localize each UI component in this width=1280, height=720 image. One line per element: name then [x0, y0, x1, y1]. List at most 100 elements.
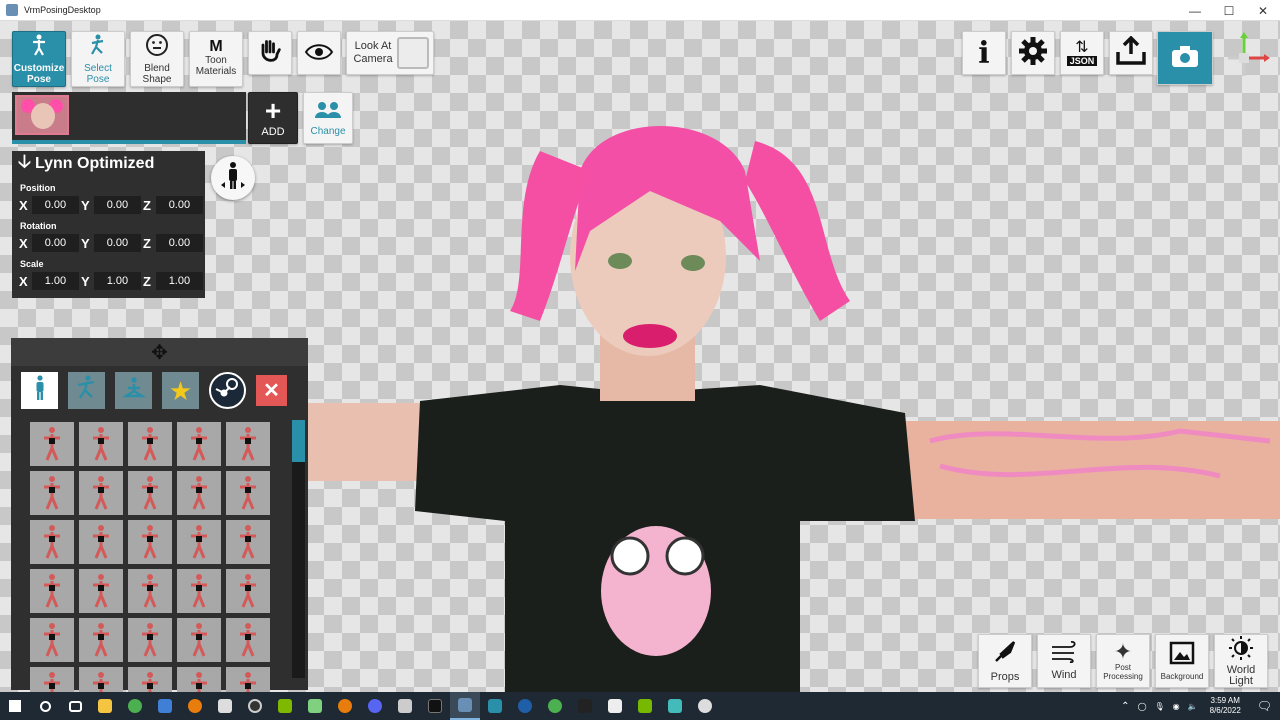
- pose-thumbnail[interactable]: [30, 618, 74, 662]
- look-at-camera-toggle[interactable]: Look At Camera: [346, 31, 434, 75]
- json-button[interactable]: ⇅ JSON: [1060, 31, 1104, 75]
- taskbar-app-blender[interactable]: [180, 692, 210, 720]
- pose-thumbnail[interactable]: [30, 471, 74, 515]
- pose-thumbnail[interactable]: [30, 569, 74, 613]
- pose-thumbnail[interactable]: [177, 618, 221, 662]
- clock[interactable]: 3:59 AM 8/6/2022: [1210, 696, 1241, 716]
- panel-drag-handle[interactable]: ✥: [11, 338, 308, 366]
- pose-thumbnail[interactable]: [128, 569, 172, 613]
- tab-standing[interactable]: [21, 372, 58, 409]
- pose-thumbnail[interactable]: [79, 569, 123, 613]
- character-slot[interactable]: [12, 92, 246, 144]
- pose-thumbnail[interactable]: [226, 520, 270, 564]
- move-model-button[interactable]: [211, 156, 255, 200]
- taskbar-app-unity[interactable]: [570, 692, 600, 720]
- position-z-field[interactable]: 0.00: [155, 196, 203, 214]
- taskbar-app-unity-hub[interactable]: [600, 692, 630, 720]
- taskbar-app-vrmposing[interactable]: [450, 692, 480, 720]
- avatar-thumbnail[interactable]: [15, 95, 69, 135]
- props-button[interactable]: Props: [978, 634, 1032, 688]
- pose-scrollbar[interactable]: [292, 420, 305, 678]
- add-model-button[interactable]: + ADD: [248, 92, 298, 144]
- chevron-up-icon[interactable]: ⌃: [1121, 701, 1129, 712]
- taskbar-app-chrome[interactable]: [120, 692, 150, 720]
- tab-favorites[interactable]: ★: [162, 372, 199, 409]
- toon-materials-button[interactable]: M Toon Materials: [189, 31, 243, 87]
- scale-z-field[interactable]: 1.00: [155, 272, 203, 290]
- view-gizmo[interactable]: [1220, 32, 1270, 88]
- change-model-button[interactable]: Change: [303, 92, 353, 144]
- pose-thumbnail[interactable]: [79, 520, 123, 564]
- select-pose-button[interactable]: Select Pose: [71, 31, 125, 87]
- tab-sitting[interactable]: [115, 372, 152, 409]
- close-window-button[interactable]: ✕: [1246, 0, 1280, 21]
- settings-button[interactable]: [1011, 31, 1055, 75]
- taskbar-app-edge[interactable]: [510, 692, 540, 720]
- pose-thumbnail[interactable]: [177, 471, 221, 515]
- pose-thumbnail[interactable]: [177, 520, 221, 564]
- wifi-icon[interactable]: ◉: [1173, 702, 1180, 711]
- taskbar-app-blender2[interactable]: [330, 692, 360, 720]
- pose-thumbnail[interactable]: [30, 422, 74, 466]
- pose-thumbnail[interactable]: [226, 618, 270, 662]
- rotation-y-field[interactable]: 0.00: [93, 234, 141, 252]
- customize-pose-button[interactable]: Customize Pose: [12, 31, 66, 87]
- taskbar-app-terminal[interactable]: [420, 692, 450, 720]
- network-icon[interactable]: ◯: [1138, 702, 1147, 711]
- taskbar-app-fireworks[interactable]: [270, 692, 300, 720]
- export-button[interactable]: [1109, 31, 1153, 75]
- taskbar-app-explorer[interactable]: [90, 692, 120, 720]
- pose-thumbnail[interactable]: [128, 422, 172, 466]
- model-header[interactable]: 🡣 Lynn Optimized: [12, 151, 205, 177]
- eye-button[interactable]: [297, 31, 341, 75]
- taskbar-app-notepad[interactable]: [300, 692, 330, 720]
- taskbar-app-vs[interactable]: [150, 692, 180, 720]
- position-x-field[interactable]: 0.00: [31, 196, 79, 214]
- taskbar-app-nvidia[interactable]: [630, 692, 660, 720]
- minimize-button[interactable]: —: [1178, 0, 1212, 21]
- pose-thumbnail[interactable]: [226, 422, 270, 466]
- screenshot-button[interactable]: [1157, 31, 1213, 85]
- background-button[interactable]: Background: [1155, 634, 1209, 688]
- pose-thumbnail[interactable]: [79, 422, 123, 466]
- taskbar-app-chrome2[interactable]: [540, 692, 570, 720]
- taskbar-app-obs[interactable]: [240, 692, 270, 720]
- rotation-z-field[interactable]: 0.00: [155, 234, 203, 252]
- taskbar-app-discord[interactable]: [360, 692, 390, 720]
- tab-steam[interactable]: [209, 372, 246, 409]
- pose-thumbnail[interactable]: [79, 618, 123, 662]
- notification-icon[interactable]: 🗨: [1257, 699, 1272, 713]
- info-button[interactable]: i: [962, 31, 1006, 75]
- taskbar-app-vroid[interactable]: [480, 692, 510, 720]
- close-panel-button[interactable]: ✕: [256, 375, 287, 406]
- maximize-button[interactable]: ☐: [1212, 0, 1246, 21]
- pose-thumbnail[interactable]: [128, 618, 172, 662]
- pose-thumbnail[interactable]: [226, 471, 270, 515]
- blend-shape-button[interactable]: Blend Shape: [130, 31, 184, 87]
- scale-x-field[interactable]: 1.00: [31, 272, 79, 290]
- scale-y-field[interactable]: 1.00: [93, 272, 141, 290]
- pose-thumbnail[interactable]: [128, 471, 172, 515]
- wind-button[interactable]: Wind: [1037, 634, 1091, 688]
- taskbar-app-steam[interactable]: [690, 692, 720, 720]
- pose-thumbnail[interactable]: [79, 471, 123, 515]
- pose-thumbnail[interactable]: [30, 520, 74, 564]
- pose-thumbnail[interactable]: [177, 422, 221, 466]
- hand-button[interactable]: [248, 31, 292, 75]
- tab-action[interactable]: [68, 372, 105, 409]
- taskbar-app-paint[interactable]: [390, 692, 420, 720]
- start-button[interactable]: [0, 692, 30, 720]
- position-y-field[interactable]: 0.00: [93, 196, 141, 214]
- pose-scrollbar-thumb[interactable]: [292, 420, 305, 462]
- taskbar-app-store[interactable]: [210, 692, 240, 720]
- search-button[interactable]: [30, 692, 60, 720]
- task-view-button[interactable]: [60, 692, 90, 720]
- pose-thumbnail[interactable]: [226, 569, 270, 613]
- taskbar-app-installer[interactable]: [660, 692, 690, 720]
- world-light-button[interactable]: World Light: [1214, 634, 1268, 688]
- microphone-icon[interactable]: 🎙: [1155, 702, 1165, 711]
- speaker-icon[interactable]: 🔈: [1188, 702, 1198, 711]
- look-at-camera-checkbox[interactable]: [397, 37, 429, 69]
- post-processing-button[interactable]: ✦ Post Processing: [1096, 634, 1150, 688]
- pose-thumbnail[interactable]: [128, 520, 172, 564]
